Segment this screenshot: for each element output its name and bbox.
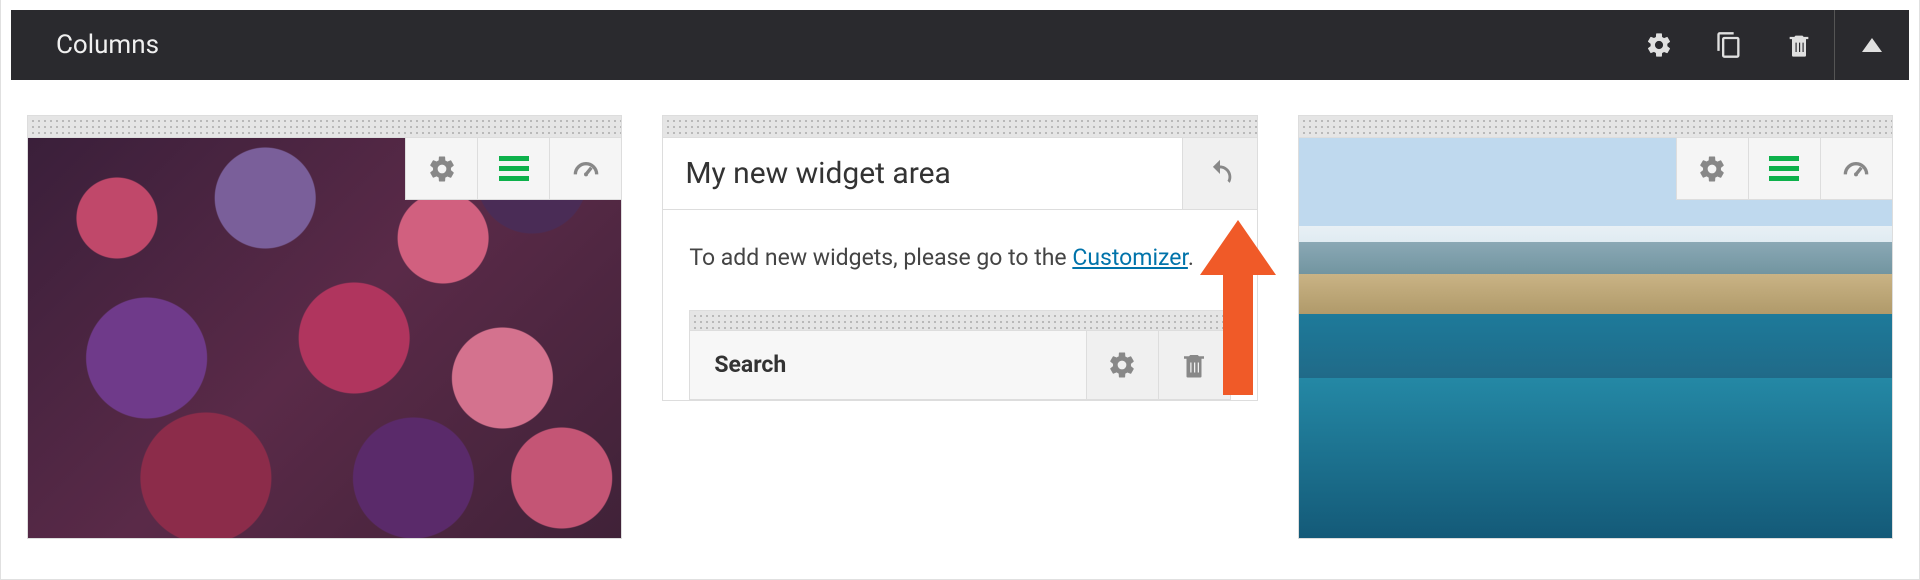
delete-button[interactable] (1764, 10, 1834, 80)
undo-button[interactable] (1182, 138, 1257, 209)
drag-handle[interactable] (1298, 115, 1893, 137)
hint-suffix: . (1188, 244, 1194, 271)
image-toolbar (405, 138, 621, 200)
gear-icon (1697, 154, 1727, 184)
column-3 (1298, 115, 1893, 539)
gear-icon (1645, 31, 1673, 59)
panel-actions (1624, 10, 1909, 80)
search-widget-label: Search (690, 331, 1085, 399)
widget-gauge-button[interactable] (1820, 138, 1892, 200)
drag-handle[interactable] (690, 311, 1229, 331)
widget-menu-button[interactable] (477, 138, 549, 200)
trash-icon (1179, 350, 1209, 380)
trash-icon (1785, 31, 1813, 59)
image-toolbar (1676, 138, 1892, 200)
gear-icon (1107, 350, 1137, 380)
widget-hint-text: To add new widgets, please go to the Cus… (689, 240, 1230, 276)
drag-handle[interactable] (662, 115, 1257, 137)
search-widget: Search (689, 310, 1230, 400)
gear-icon (427, 154, 457, 184)
widget-menu-button[interactable] (1748, 138, 1820, 200)
copy-icon (1715, 31, 1743, 59)
triangle-up-icon (1862, 38, 1882, 52)
image-widget-1 (27, 137, 622, 539)
widget-settings-button[interactable] (1676, 138, 1748, 200)
image-widget-2 (1298, 137, 1893, 539)
widget-area-title: My new widget area (663, 138, 1181, 209)
hint-prefix: To add new widgets, please go to the (689, 244, 1072, 271)
hamburger-icon (1769, 156, 1799, 181)
gauge-icon (570, 153, 602, 185)
column-2: My new widget area To add new widgets, p… (662, 115, 1257, 539)
widget-area-panel: My new widget area To add new widgets, p… (662, 137, 1257, 401)
search-widget-body: Search (690, 331, 1229, 399)
widget-settings-button[interactable] (405, 138, 477, 200)
column-1 (27, 115, 622, 539)
columns-panel-header: Columns (11, 10, 1909, 80)
hamburger-icon (499, 156, 529, 181)
widget-gauge-button[interactable] (549, 138, 621, 200)
gauge-icon (1840, 153, 1872, 185)
duplicate-button[interactable] (1694, 10, 1764, 80)
settings-button[interactable] (1624, 10, 1694, 80)
widget-area-content: To add new widgets, please go to the Cus… (663, 210, 1256, 400)
panel-title: Columns (56, 30, 159, 60)
widget-area-header: My new widget area (663, 138, 1256, 210)
search-widget-delete-button[interactable] (1158, 331, 1230, 399)
customizer-link[interactable]: Customizer (1072, 244, 1188, 271)
collapse-button[interactable] (1834, 10, 1909, 80)
drag-handle[interactable] (27, 115, 622, 137)
undo-icon (1203, 157, 1237, 191)
columns-container: My new widget area To add new widgets, p… (11, 80, 1909, 539)
search-widget-settings-button[interactable] (1086, 331, 1158, 399)
